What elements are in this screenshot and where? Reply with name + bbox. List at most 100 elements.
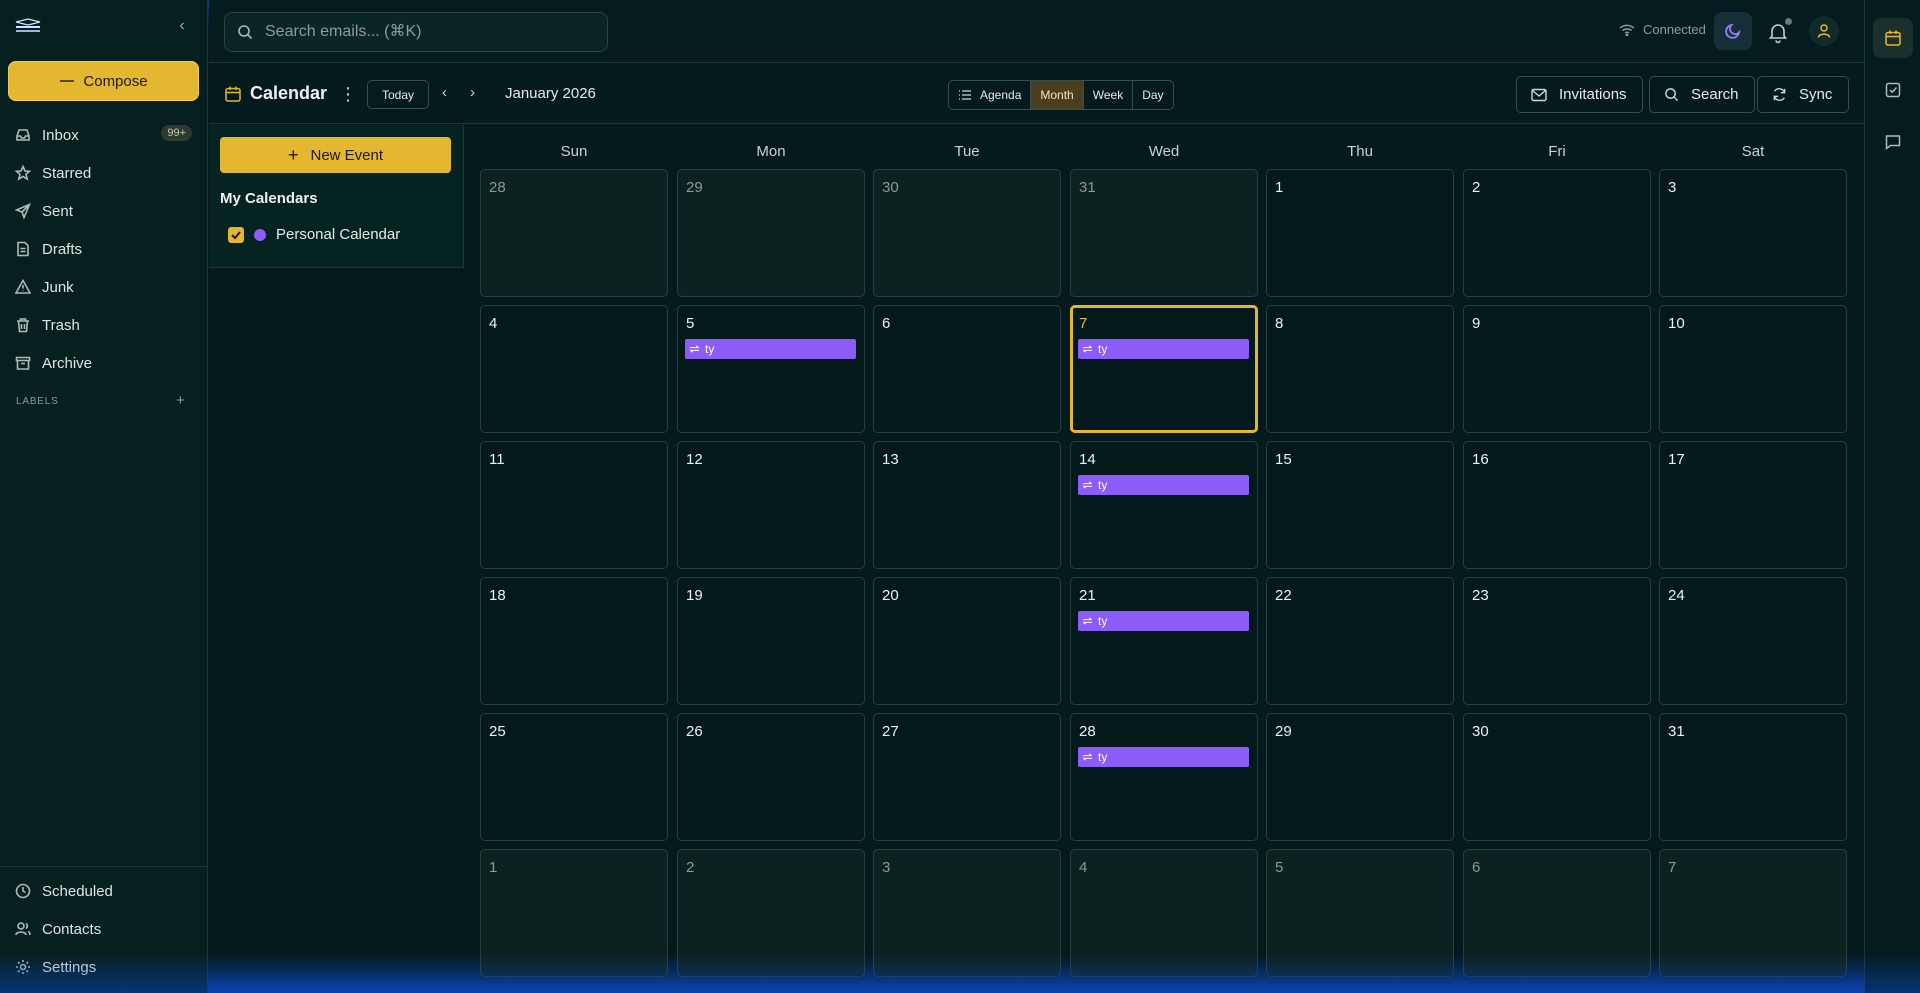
- day-cell[interactable]: 30: [873, 169, 1061, 297]
- view-month-button[interactable]: Month: [1031, 81, 1084, 109]
- view-week-button[interactable]: Week: [1084, 81, 1134, 109]
- day-cell[interactable]: 23: [1463, 577, 1651, 705]
- day-cell[interactable]: 2: [1463, 169, 1651, 297]
- user-icon: [1817, 24, 1831, 38]
- nav-item-inbox[interactable]: Inbox 99+: [0, 116, 208, 154]
- calendar-event[interactable]: ty: [685, 339, 856, 359]
- nav-label: Inbox: [42, 126, 79, 144]
- day-cell[interactable]: 28 ty: [1070, 713, 1258, 841]
- day-cell[interactable]: 6: [1463, 849, 1651, 977]
- day-cell[interactable]: 2: [677, 849, 865, 977]
- day-cell[interactable]: 22: [1266, 577, 1454, 705]
- calendar-event[interactable]: ty: [1078, 475, 1249, 495]
- day-cell[interactable]: 12: [677, 441, 865, 569]
- day-cell[interactable]: 5 ty: [677, 305, 865, 433]
- view-label: Agenda: [980, 88, 1022, 102]
- calendar-name: Personal Calendar: [276, 226, 401, 243]
- day-cell[interactable]: 9: [1463, 305, 1651, 433]
- view-agenda-button[interactable]: Agenda: [949, 81, 1032, 109]
- user-menu-button[interactable]: [1809, 16, 1839, 46]
- invitations-button[interactable]: Invitations: [1516, 76, 1643, 113]
- day-cell[interactable]: 4: [1070, 849, 1258, 977]
- theme-toggle-button[interactable]: [1714, 12, 1752, 50]
- day-number: 18: [489, 587, 506, 604]
- search-box[interactable]: [224, 12, 608, 52]
- day-cell[interactable]: 11: [480, 441, 668, 569]
- moon-icon: [1725, 23, 1741, 39]
- rail-tasks-button[interactable]: [1873, 70, 1913, 110]
- day-cell[interactable]: 15: [1266, 441, 1454, 569]
- day-number: 22: [1275, 587, 1292, 604]
- today-button[interactable]: Today: [367, 80, 429, 109]
- nav-item-drafts[interactable]: Drafts: [0, 230, 208, 268]
- day-cell[interactable]: 5: [1266, 849, 1454, 977]
- list-icon: [959, 90, 971, 100]
- nav-item-starred[interactable]: Starred: [0, 154, 208, 192]
- day-cell[interactable]: 10: [1659, 305, 1847, 433]
- day-cell[interactable]: 4: [480, 305, 668, 433]
- top-bar: Connected: [209, 0, 1864, 63]
- day-cell[interactable]: 19: [677, 577, 865, 705]
- day-cell[interactable]: 26: [677, 713, 865, 841]
- connection-status: Connected: [1619, 22, 1706, 37]
- calendar-color-dot: [254, 228, 266, 241]
- day-cell[interactable]: 8: [1266, 305, 1454, 433]
- nav-item-settings[interactable]: Settings: [0, 948, 208, 986]
- day-cell[interactable]: 30: [1463, 713, 1651, 841]
- nav-item-sent[interactable]: Sent: [0, 192, 208, 230]
- event-title: ty: [705, 342, 715, 356]
- day-cell[interactable]: 27: [873, 713, 1061, 841]
- day-cell[interactable]: 1: [480, 849, 668, 977]
- calendar-event[interactable]: ty: [1078, 339, 1249, 359]
- compose-button[interactable]: Compose: [8, 61, 199, 101]
- day-cell[interactable]: 20: [873, 577, 1061, 705]
- calendar-event[interactable]: ty: [1078, 747, 1249, 767]
- day-number: 5: [686, 315, 695, 332]
- collapse-sidebar-chevron-left-icon[interactable]: ‹: [172, 16, 192, 36]
- rail-calendar-button[interactable]: [1873, 18, 1913, 58]
- day-cell[interactable]: 14 ty: [1070, 441, 1258, 569]
- calendar-more-kebab-icon[interactable]: ⋮: [339, 84, 357, 105]
- day-cell[interactable]: 21 ty: [1070, 577, 1258, 705]
- day-cell[interactable]: 7: [1659, 849, 1847, 977]
- calendar-visibility-checkbox[interactable]: [228, 226, 244, 243]
- nav-item-junk[interactable]: Junk: [0, 268, 208, 306]
- calendar-event[interactable]: ty: [1078, 611, 1249, 631]
- day-cell[interactable]: 3: [1659, 169, 1847, 297]
- nav-item-contacts[interactable]: Contacts: [0, 910, 208, 948]
- rail-chat-button[interactable]: [1873, 122, 1913, 162]
- day-cell[interactable]: 31: [1070, 169, 1258, 297]
- calendar-icon: [225, 86, 241, 102]
- current-month-label: January 2026: [505, 85, 596, 102]
- day-cell[interactable]: 18: [480, 577, 668, 705]
- day-cell[interactable]: 28: [480, 169, 668, 297]
- add-label-plus-icon[interactable]: +: [176, 392, 185, 409]
- calendar-search-button[interactable]: Search: [1649, 76, 1755, 113]
- new-event-button[interactable]: + New Event: [220, 137, 451, 173]
- day-cell[interactable]: 25: [480, 713, 668, 841]
- day-cell[interactable]: 16: [1463, 441, 1651, 569]
- nav-item-scheduled[interactable]: Scheduled: [0, 872, 208, 910]
- search-icon: [238, 25, 253, 40]
- day-cell[interactable]: 6: [873, 305, 1061, 433]
- task-check-icon: [1885, 82, 1901, 98]
- sync-button[interactable]: Sync: [1757, 76, 1849, 113]
- day-cell[interactable]: 29: [677, 169, 865, 297]
- day-cell[interactable]: 24: [1659, 577, 1847, 705]
- day-cell[interactable]: 1: [1266, 169, 1454, 297]
- nav-item-trash[interactable]: Trash: [0, 306, 208, 344]
- day-cell[interactable]: 17: [1659, 441, 1847, 569]
- calendar-title: Calendar: [224, 83, 327, 104]
- day-cell-today[interactable]: 7 ty: [1070, 305, 1258, 433]
- day-cell[interactable]: 3: [873, 849, 1061, 977]
- next-month-chevron-right-icon[interactable]: ›: [470, 84, 475, 101]
- day-cell[interactable]: 31: [1659, 713, 1847, 841]
- view-day-button[interactable]: Day: [1133, 81, 1172, 109]
- nav-item-archive[interactable]: Archive: [0, 344, 208, 382]
- day-cell[interactable]: 29: [1266, 713, 1454, 841]
- search-input[interactable]: [265, 23, 585, 41]
- calendar-entry-personal[interactable]: Personal Calendar: [228, 226, 400, 243]
- prev-month-chevron-left-icon[interactable]: ‹: [442, 84, 447, 101]
- view-switcher: Agenda Month Week Day: [948, 80, 1174, 110]
- day-cell[interactable]: 13: [873, 441, 1061, 569]
